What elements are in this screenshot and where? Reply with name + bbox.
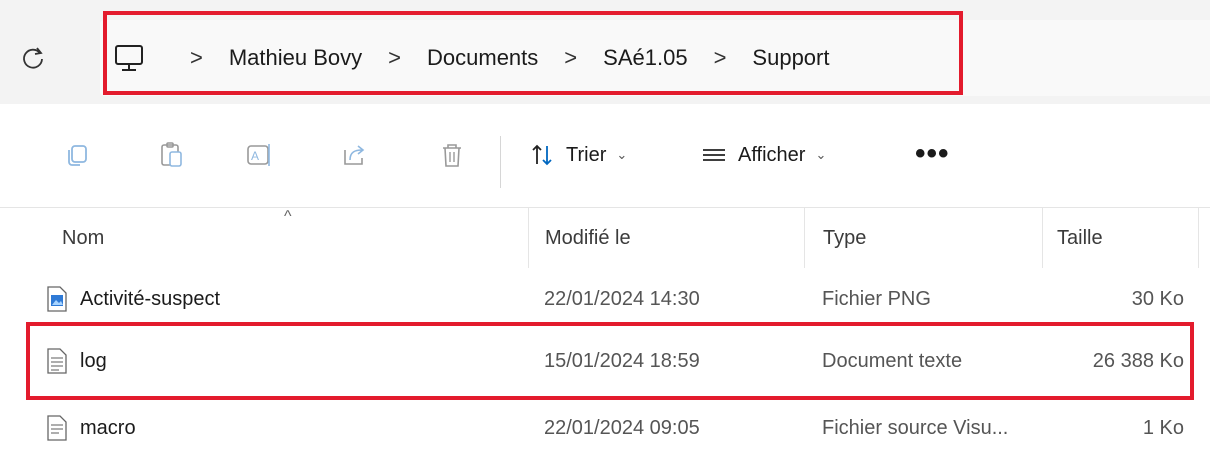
column-modified[interactable]: Modifié le	[528, 208, 804, 268]
command-bar: A Trier ⌄ Afficher ⌄ •••	[0, 104, 1210, 206]
computer-icon[interactable]	[112, 41, 146, 75]
file-modified: 15/01/2024 18:59	[544, 349, 700, 372]
file-name-cell: macro	[46, 396, 136, 460]
delete-icon[interactable]	[437, 140, 467, 170]
breadcrumb-item-user[interactable]: Mathieu Bovy	[229, 45, 362, 71]
column-type[interactable]: Type	[804, 208, 1042, 268]
file-row[interactable]: log 15/01/2024 18:59 Document texte 26 3…	[0, 329, 1210, 393]
text-file-icon	[47, 348, 67, 374]
file-row[interactable]: Activité-suspect 22/01/2024 14:30 Fichie…	[0, 267, 1210, 331]
file-row[interactable]: macro 22/01/2024 09:05 Fichier source Vi…	[0, 396, 1210, 460]
file-name: macro	[80, 416, 136, 439]
source-file-icon	[47, 415, 67, 441]
paste-icon[interactable]	[157, 140, 187, 170]
chevron-right-icon[interactable]: >	[388, 45, 401, 71]
file-type: Document texte	[822, 349, 963, 372]
svg-text:A: A	[251, 149, 259, 163]
chevron-down-icon: ⌄	[616, 147, 628, 162]
sort-button[interactable]: Trier ⌄	[530, 142, 627, 168]
copy-icon[interactable]	[62, 140, 92, 170]
sort-icon	[532, 144, 552, 166]
toolbar-divider	[500, 136, 501, 188]
file-type: Fichier source Visu...	[822, 416, 1009, 439]
chevron-right-icon[interactable]: >	[714, 45, 727, 71]
file-type: Fichier PNG	[822, 287, 931, 310]
file-modified: 22/01/2024 09:05	[544, 416, 700, 439]
refresh-icon[interactable]	[18, 42, 48, 72]
file-modified: 22/01/2024 14:30	[544, 287, 700, 310]
rename-icon[interactable]: A	[245, 140, 275, 170]
column-divider	[1198, 208, 1210, 268]
chevron-right-icon[interactable]: >	[564, 45, 577, 71]
file-name: Activité-suspect	[80, 287, 221, 310]
file-name-cell: log	[46, 329, 107, 393]
png-file-icon	[47, 286, 67, 312]
file-size: 26 388 Ko	[1092, 349, 1184, 372]
breadcrumb-item-sae[interactable]: SAé1.05	[603, 45, 687, 71]
sort-label: Trier	[566, 143, 607, 166]
view-button[interactable]: Afficher ⌄	[700, 142, 826, 168]
file-size: 1 Ko	[1142, 416, 1184, 439]
breadcrumb-item-documents[interactable]: Documents	[427, 45, 538, 71]
share-icon[interactable]	[340, 140, 370, 170]
breadcrumb-item-support[interactable]: Support	[752, 45, 829, 71]
chevron-right-icon[interactable]: >	[190, 45, 203, 71]
column-size[interactable]: Taille	[1042, 208, 1198, 268]
column-header-row: ^ Nom Modifié le Type Taille	[0, 207, 1210, 268]
view-label: Afficher	[738, 143, 806, 166]
chevron-down-icon: ⌄	[815, 147, 827, 162]
more-options-button[interactable]: •••	[915, 139, 950, 169]
column-name[interactable]: Nom	[62, 208, 528, 268]
breadcrumb: > Mathieu Bovy > Documents > SAé1.05 > S…	[112, 36, 829, 80]
file-size: 30 Ko	[1131, 287, 1184, 310]
navigation-bar: > Mathieu Bovy > Documents > SAé1.05 > S…	[0, 0, 1210, 104]
file-name-cell: Activité-suspect	[46, 267, 220, 331]
file-name: log	[80, 349, 107, 372]
view-icon	[703, 149, 725, 161]
